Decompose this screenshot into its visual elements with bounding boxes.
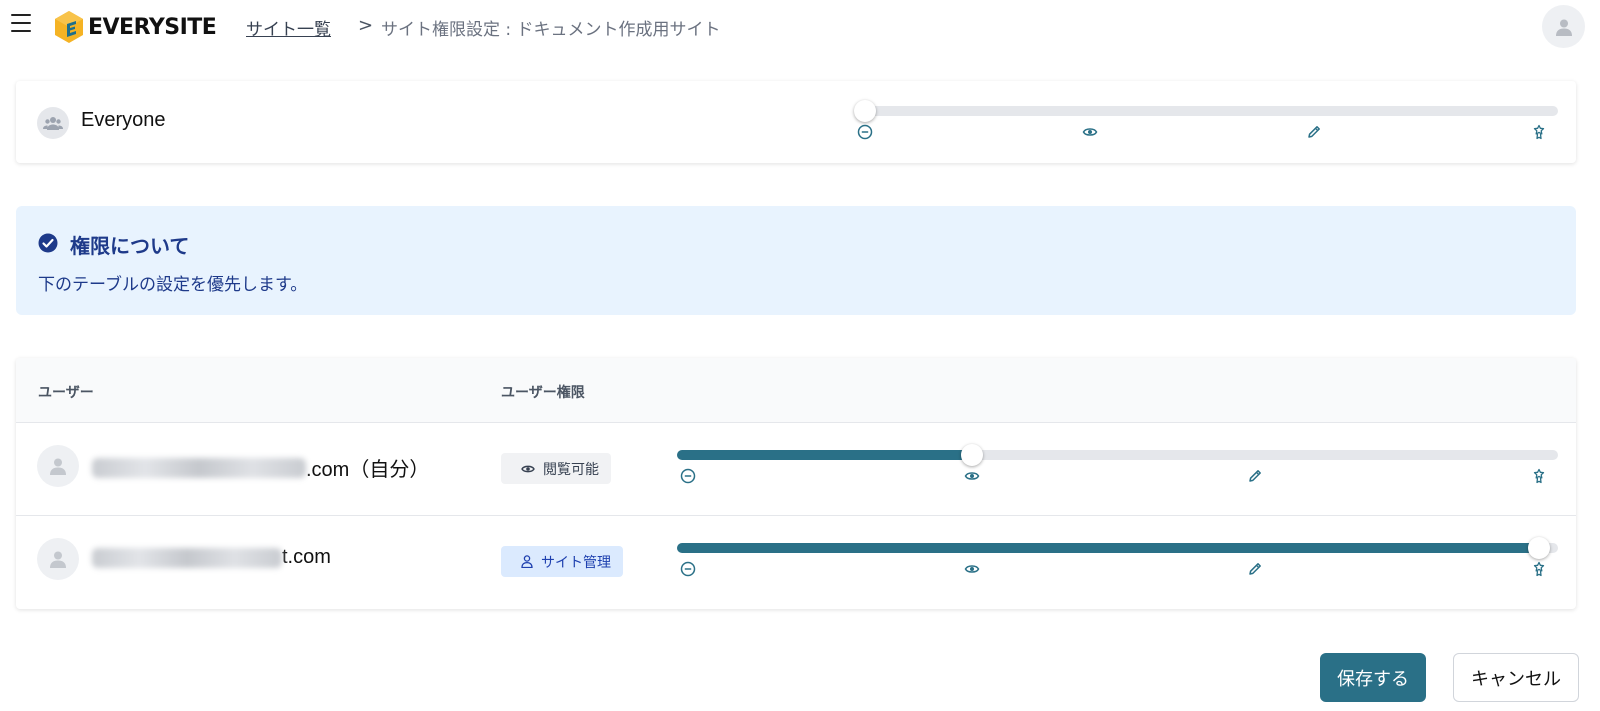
user-email-suffix: .com（自分） bbox=[306, 459, 430, 481]
user-email: t.com bbox=[92, 546, 331, 569]
permission-badge: サイト管理 bbox=[501, 546, 623, 577]
permission-level-view-icon[interactable] bbox=[1082, 124, 1098, 140]
account-avatar[interactable] bbox=[1542, 5, 1585, 48]
user-icon bbox=[521, 555, 533, 568]
column-header-user: ユーザー bbox=[38, 385, 94, 401]
info-body: 下のテーブルの設定を優先します。 bbox=[38, 275, 308, 295]
everyone-permission-card: Everyone bbox=[16, 81, 1576, 163]
slider-track[interactable] bbox=[854, 106, 1558, 116]
permission-level-none-icon[interactable] bbox=[680, 561, 696, 577]
permission-badge-label: サイト管理 bbox=[541, 554, 611, 571]
everyone-label: Everyone bbox=[81, 109, 166, 131]
everyone-permission-slider[interactable] bbox=[854, 100, 1558, 141]
user-icon bbox=[50, 458, 66, 475]
slider-thumb[interactable] bbox=[960, 444, 983, 466]
logo-text: EVERYSITE bbox=[88, 14, 217, 40]
user-icon bbox=[50, 551, 66, 568]
permission-badge-label: 閲覧可能 bbox=[543, 461, 599, 478]
user-permission-slider[interactable] bbox=[677, 537, 1558, 578]
permission-level-admin-icon[interactable] bbox=[1531, 561, 1547, 577]
permission-level-none-icon[interactable] bbox=[857, 124, 873, 140]
breadcrumb-site-list[interactable]: サイト一覧 bbox=[246, 15, 331, 40]
slider-fill bbox=[677, 543, 1541, 553]
cancel-button[interactable]: キャンセル bbox=[1453, 653, 1579, 702]
breadcrumb-current-page: サイト権限設定 : ドキュメント作成用サイト bbox=[381, 20, 721, 40]
menu-icon[interactable] bbox=[11, 14, 31, 32]
permission-level-admin-icon[interactable] bbox=[1531, 124, 1547, 140]
slider-thumb[interactable] bbox=[854, 100, 876, 122]
user-email-suffix: t.com bbox=[282, 546, 331, 568]
column-header-permission: ユーザー権限 bbox=[501, 385, 585, 401]
permission-level-edit-icon[interactable] bbox=[1247, 561, 1263, 577]
group-icon bbox=[43, 117, 63, 130]
avatar bbox=[37, 538, 79, 580]
permission-level-edit-icon[interactable] bbox=[1247, 468, 1263, 484]
save-button[interactable]: 保存する bbox=[1320, 653, 1426, 702]
user-permission-table: ユーザー ユーザー権限 .com（自分） 閲覧可能 t.com サイト管理 bbox=[16, 358, 1576, 609]
redacted-email-blur bbox=[92, 457, 306, 478]
table-header: ユーザー ユーザー権限 bbox=[16, 358, 1576, 423]
check-circle-icon bbox=[38, 233, 58, 253]
user-permission-slider[interactable] bbox=[677, 444, 1558, 485]
table-row: .com（自分） 閲覧可能 bbox=[16, 423, 1576, 516]
logo[interactable]: EVERYSITE bbox=[54, 10, 217, 44]
top-bar: EVERYSITE サイト一覧 > サイト権限設定 : ドキュメント作成用サイト bbox=[0, 0, 1600, 54]
redacted-email-blur bbox=[92, 547, 282, 568]
info-title: 権限について bbox=[70, 234, 190, 258]
permission-info-box: 権限について 下のテーブルの設定を優先します。 bbox=[16, 206, 1576, 315]
logo-mark-icon bbox=[55, 11, 83, 43]
permission-level-view-icon[interactable] bbox=[964, 468, 980, 484]
user-email: .com（自分） bbox=[92, 453, 429, 482]
group-avatar bbox=[37, 107, 69, 139]
permission-badge: 閲覧可能 bbox=[501, 453, 611, 484]
slider-fill bbox=[677, 450, 974, 460]
avatar bbox=[37, 445, 79, 487]
permission-level-edit-icon[interactable] bbox=[1306, 124, 1322, 140]
breadcrumb-separator: > bbox=[358, 15, 374, 36]
permission-level-admin-icon[interactable] bbox=[1531, 468, 1547, 484]
slider-thumb[interactable] bbox=[1528, 537, 1550, 559]
permission-level-none-icon[interactable] bbox=[680, 468, 696, 484]
eye-icon bbox=[521, 465, 535, 472]
table-row: t.com サイト管理 bbox=[16, 516, 1576, 609]
permission-level-view-icon[interactable] bbox=[964, 561, 980, 577]
user-icon bbox=[1555, 19, 1572, 36]
